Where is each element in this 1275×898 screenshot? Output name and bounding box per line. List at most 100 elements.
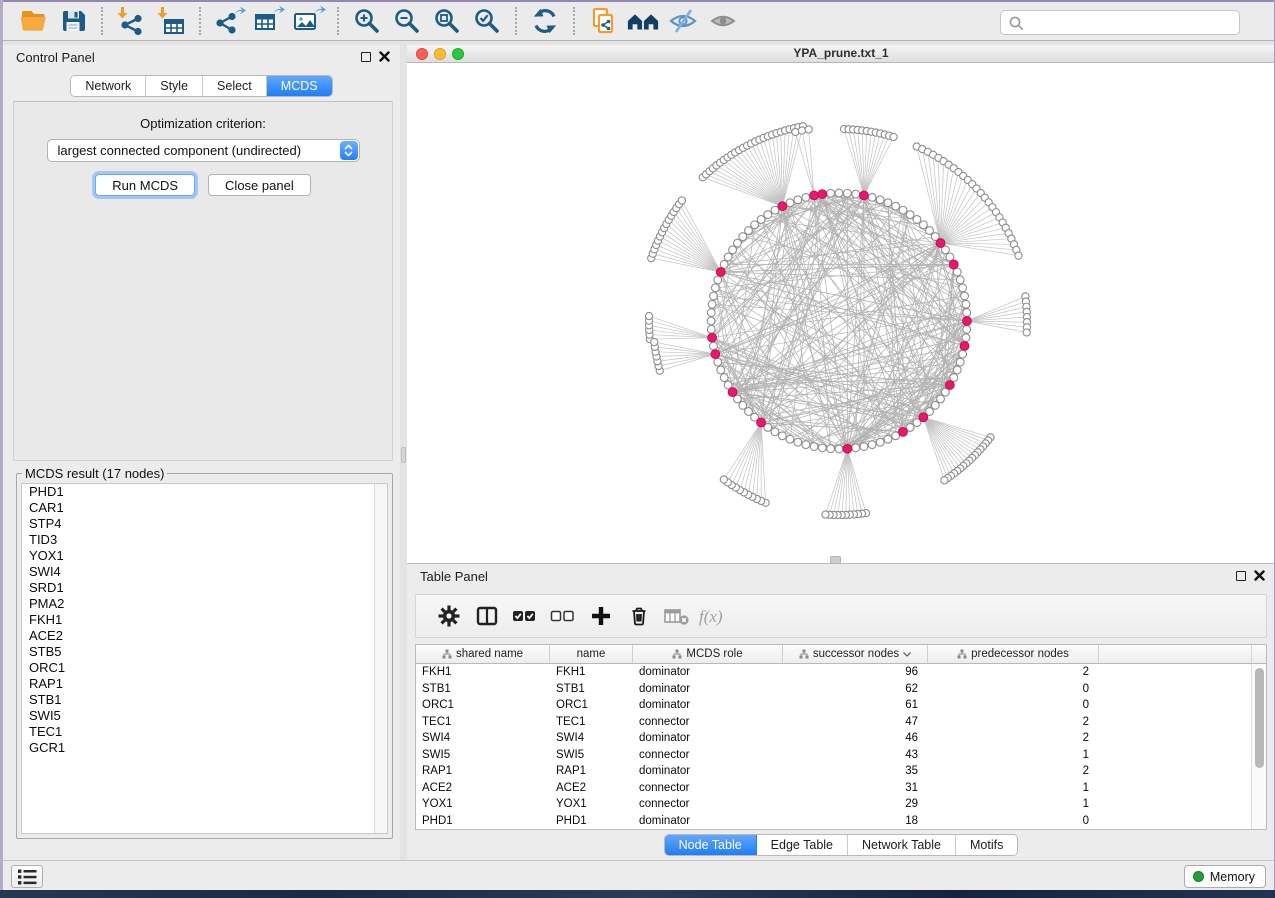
network-node[interactable]: [714, 276, 722, 284]
import-network-icon[interactable]: [114, 5, 148, 37]
leaf-node[interactable]: [792, 128, 799, 135]
table-cell[interactable]: 35: [783, 763, 928, 780]
network-node[interactable]: [714, 358, 722, 366]
leaf-node[interactable]: [678, 197, 685, 204]
table-cell[interactable]: STB1: [550, 681, 633, 698]
network-node[interactable]: [876, 196, 884, 204]
search-input[interactable]: [1029, 16, 1239, 30]
network-node[interactable]: [707, 317, 715, 325]
horizontal-splitter-grip[interactable]: [830, 556, 841, 564]
mcds-hub-node[interactable]: [919, 413, 928, 422]
network-node[interactable]: [913, 216, 921, 224]
network-node[interactable]: [739, 233, 747, 241]
table-cell[interactable]: TEC1: [550, 714, 633, 731]
mcds-hub-node[interactable]: [963, 317, 972, 326]
mcds-node-item[interactable]: PMA2: [22, 596, 387, 612]
table-cell[interactable]: 2: [928, 763, 1099, 780]
network-node[interactable]: [937, 395, 945, 403]
network-node[interactable]: [802, 193, 810, 201]
leaf-node[interactable]: [651, 338, 658, 345]
network-node[interactable]: [884, 199, 892, 207]
vertical-splitter[interactable]: [400, 41, 407, 860]
table-cell[interactable]: dominator: [633, 664, 783, 681]
table-cell[interactable]: 62: [783, 681, 928, 698]
mcds-node-item[interactable]: YOX1: [22, 548, 387, 564]
table-cell[interactable]: dominator: [633, 681, 783, 698]
network-node[interactable]: [868, 441, 876, 449]
table-cell[interactable]: 31: [783, 780, 928, 797]
export-image-icon[interactable]: [292, 5, 326, 37]
network-node[interactable]: [720, 260, 728, 268]
table-row[interactable]: TEC1TEC1connector472: [416, 714, 1251, 731]
table-cell[interactable]: dominator: [633, 763, 783, 780]
close-panel-icon[interactable]: [379, 51, 390, 62]
network-node[interactable]: [745, 227, 753, 235]
table-cell[interactable]: SWI4: [416, 730, 550, 747]
mcds-node-item[interactable]: STP4: [22, 516, 387, 532]
minimize-window-icon[interactable]: [434, 48, 446, 60]
tab-network[interactable]: Network: [71, 76, 146, 96]
network-node[interactable]: [745, 408, 753, 416]
import-table-icon[interactable]: [154, 5, 188, 37]
mcds-node-item[interactable]: STB5: [22, 644, 387, 660]
float-panel-icon[interactable]: [1236, 571, 1246, 581]
table-cell[interactable]: 96: [783, 664, 928, 681]
table-cell[interactable]: dominator: [633, 697, 783, 714]
table-cell[interactable]: STB1: [416, 681, 550, 698]
first-neighbors-icon[interactable]: [626, 5, 660, 37]
mcds-hub-node[interactable]: [949, 260, 958, 269]
network-node[interactable]: [959, 350, 967, 358]
add-column-icon[interactable]: [582, 598, 620, 634]
mcds-list-scrollbar[interactable]: [374, 484, 387, 833]
table-cell[interactable]: 43: [783, 747, 928, 764]
table-row[interactable]: RAP1RAP1dominator352: [416, 763, 1251, 780]
network-node[interactable]: [962, 300, 970, 308]
table-cell[interactable]: 0: [928, 813, 1099, 830]
leaf-node[interactable]: [1023, 329, 1030, 336]
table-cell[interactable]: ACE2: [416, 780, 550, 797]
network-node[interactable]: [852, 190, 860, 198]
table-cell[interactable]: 0: [928, 697, 1099, 714]
network-node[interactable]: [835, 445, 843, 453]
tab-style[interactable]: Style: [146, 76, 203, 96]
column-header-mcds-role[interactable]: MCDS role: [633, 645, 783, 663]
search-field[interactable]: [1000, 10, 1240, 35]
leaf-node[interactable]: [798, 127, 805, 134]
table-cell[interactable]: FKH1: [416, 664, 550, 681]
run-mcds-button[interactable]: Run MCDS: [95, 174, 195, 196]
tab-motifs[interactable]: Motifs: [956, 835, 1017, 855]
table-row[interactable]: YOX1YOX1connector291: [416, 796, 1251, 813]
table-cell[interactable]: 2: [928, 730, 1099, 747]
network-node[interactable]: [868, 193, 876, 201]
network-node[interactable]: [899, 206, 907, 214]
table-cell[interactable]: 2: [928, 664, 1099, 681]
mcds-hub-node[interactable]: [936, 239, 945, 248]
table-cell[interactable]: ACE2: [550, 780, 633, 797]
network-node[interactable]: [794, 196, 802, 204]
optimization-criterion-select[interactable]: largest connected component (undirected): [47, 139, 360, 162]
mcds-node-item[interactable]: ACE2: [22, 628, 387, 644]
network-node[interactable]: [953, 366, 961, 374]
network-node[interactable]: [959, 284, 967, 292]
table-cell[interactable]: dominator: [633, 813, 783, 830]
zoom-fit-icon[interactable]: [430, 5, 464, 37]
leaf-node[interactable]: [941, 477, 948, 484]
table-cell[interactable]: dominator: [633, 730, 783, 747]
table-cell[interactable]: TEC1: [416, 714, 550, 731]
tab-select[interactable]: Select: [203, 76, 267, 96]
maximize-window-icon[interactable]: [452, 48, 464, 60]
column-header-successor-nodes[interactable]: successor nodes: [783, 645, 928, 663]
leaf-node[interactable]: [890, 133, 897, 140]
show-columns-icon[interactable]: [468, 598, 506, 634]
network-node[interactable]: [751, 221, 759, 229]
network-node[interactable]: [711, 284, 719, 292]
network-node[interactable]: [956, 276, 964, 284]
mcds-node-item[interactable]: RAP1: [22, 676, 387, 692]
network-node[interactable]: [739, 401, 747, 409]
table-row[interactable]: FKH1FKH1dominator962: [416, 664, 1251, 681]
network-node[interactable]: [818, 444, 826, 452]
mcds-hub-node[interactable]: [899, 427, 908, 436]
network-node[interactable]: [764, 211, 772, 219]
network-node[interactable]: [919, 221, 927, 229]
mcds-node-item[interactable]: SWI5: [22, 708, 387, 724]
